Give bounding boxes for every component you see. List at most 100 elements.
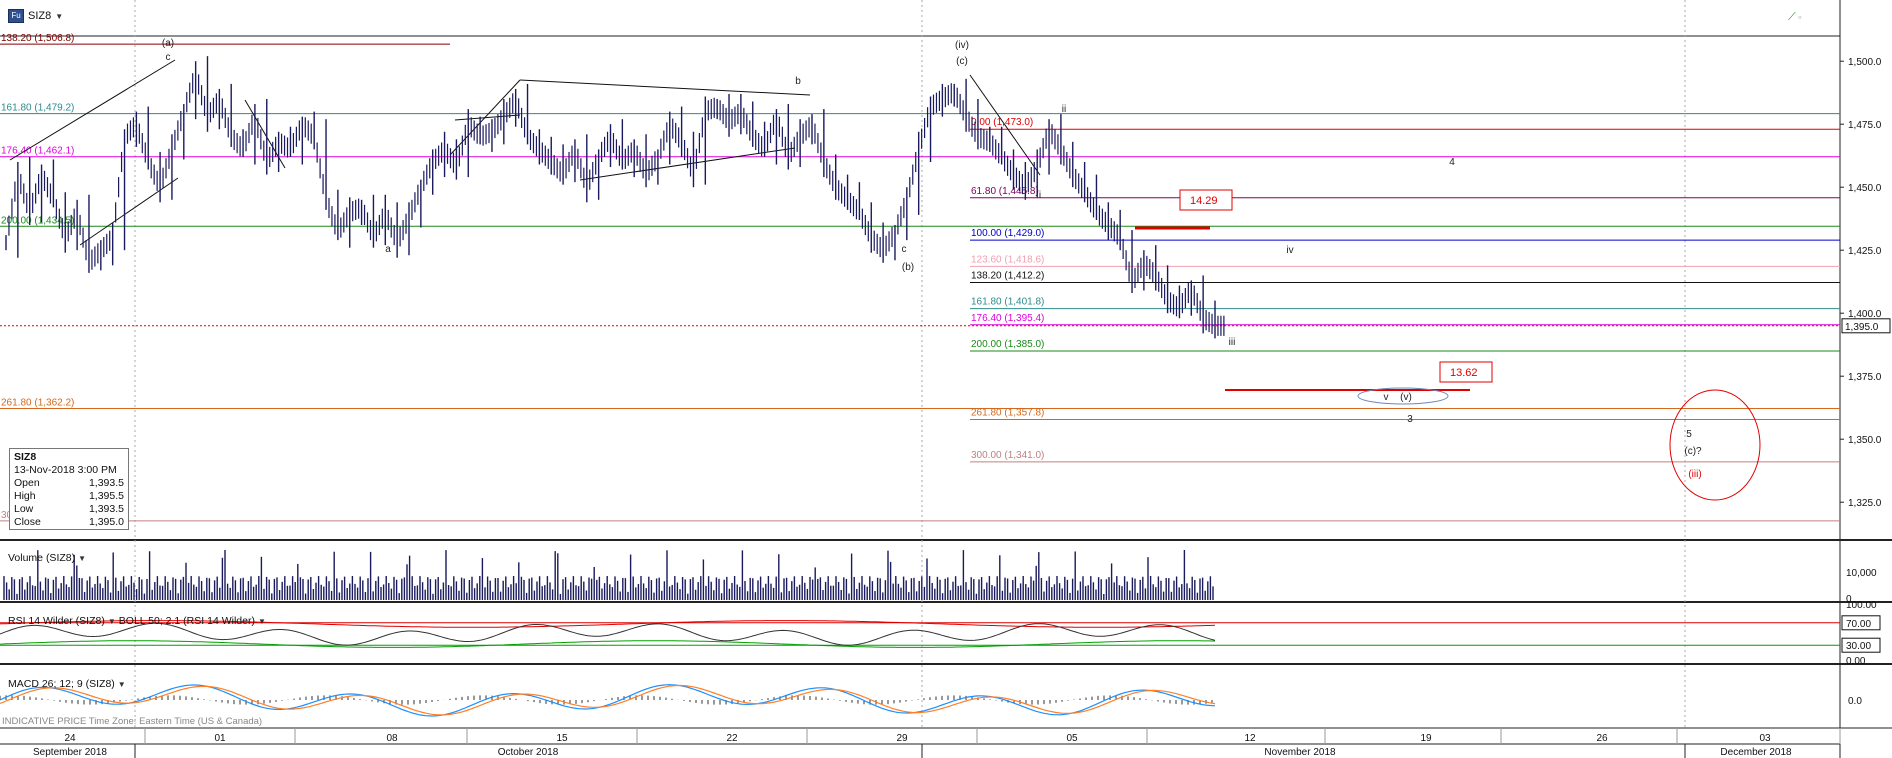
day-tick-label: 12 <box>1244 733 1256 744</box>
timezone-note: INDICATIVE PRICE Time Zone: Eastern Time… <box>2 716 262 727</box>
wave-label: (c) <box>956 56 968 67</box>
window-controls[interactable]: ⟋ ▫ <box>1788 11 1801 24</box>
trendlines <box>9 59 1041 246</box>
fib-level-label: 176.40 (1,395.4) <box>971 313 1044 324</box>
day-tick-label: 03 <box>1759 733 1771 744</box>
fib-level-label: 0.00 (1,473.0) <box>971 117 1033 128</box>
day-tick-label: 26 <box>1596 733 1608 744</box>
fib-level-label: 138.20 (1,506.8) <box>1 33 74 44</box>
chevron-down-icon[interactable]: ▼ <box>78 554 86 563</box>
ohlc-open-label: Open <box>14 477 40 489</box>
day-tick-label: 01 <box>214 733 226 744</box>
wave-label: iii <box>1229 337 1236 348</box>
wave-label: a <box>385 244 391 255</box>
month-label: October 2018 <box>498 747 559 758</box>
day-tick-label: 19 <box>1420 733 1432 744</box>
fib-level-label: 200.00 (1,385.0) <box>971 339 1044 350</box>
wave-label: b <box>795 76 801 87</box>
symbol-label: SIZ8 <box>28 10 52 22</box>
macd-panel-title[interactable]: MACD 26; 12; 9 (SIZ8) ▼ <box>8 678 126 690</box>
ohlc-close-label: Close <box>14 516 41 528</box>
macd-panel: 0.0 <box>0 684 1862 717</box>
rsi-panel: 100.00 70.00 30.00 0.00 <box>0 600 1881 667</box>
wave-label: (iii) <box>1688 469 1701 480</box>
day-tick-label: 08 <box>386 733 398 744</box>
fib-level-label: 261.80 (1,362.2) <box>1 397 74 408</box>
volume-title-text: Volume (SIZ8) <box>8 552 76 564</box>
day-tick-label: 24 <box>64 733 76 744</box>
chevron-down-icon[interactable]: ▼ <box>258 617 266 626</box>
restore-icon[interactable]: ▫ <box>1798 12 1801 22</box>
symbol-selector[interactable]: Fu SIZ8 ▼ <box>8 9 63 23</box>
fib-level-label: 261.80 (1,357.8) <box>971 408 1044 419</box>
ohlc-high-label: High <box>14 490 36 502</box>
fib-level-label: 100.00 (1,429.0) <box>971 228 1044 239</box>
price-tick-label: 1,500.0 <box>1848 57 1882 68</box>
fib-level-label: 161.80 (1,479.2) <box>1 103 74 114</box>
rsi-tick-label: 30.00 <box>1846 641 1871 652</box>
ohlc-high-value: 1,395.5 <box>88 490 124 502</box>
fib-levels: 138.20 (1,506.8) 161.80 (1,479.2) 176.40 (… <box>0 33 1840 522</box>
ohlc-data-box: SIZ8 13-Nov-2018 3:00 PM Open 1,393.5 Hig… <box>9 448 129 530</box>
boll-lower-line <box>0 640 1215 648</box>
rsi-tick-label: 70.00 <box>1846 619 1871 630</box>
wave-label: c <box>902 244 907 255</box>
price-tick-label: 1,425.0 <box>1848 246 1882 257</box>
rsi-tick-label: 100.00 <box>1846 600 1877 611</box>
ohlc-datetime: 13-Nov-2018 3:00 PM <box>14 464 117 476</box>
last-price-label: 1,395.0 <box>1845 322 1879 333</box>
wave-annotations: 14.2913.62(a)cab(iv)(c)c(b)iiiiiiiv4v (v)… <box>162 38 1761 501</box>
wave-label: (c)? <box>1684 446 1702 457</box>
volume-tick-label: 10,000 <box>1846 568 1877 579</box>
chevron-down-icon[interactable]: ▼ <box>108 617 116 626</box>
volume-panel: 10,0000 <box>3 550 1877 605</box>
rsi-panel-title[interactable]: RSI 14 Wilder (SIZ8) ▼ BOLL 50; 2.1 (RSI… <box>8 615 266 627</box>
month-label: November 2018 <box>1264 747 1336 758</box>
wave-label: i <box>1039 190 1041 201</box>
macd-tick-label: 0.0 <box>1848 696 1862 707</box>
price-tick-label: 1,450.0 <box>1848 183 1882 194</box>
wave-label: 4 <box>1449 157 1455 168</box>
price-tick-label: 1,350.0 <box>1848 435 1882 446</box>
ohlc-low-value: 1,393.5 <box>88 503 124 515</box>
wave-label: v <box>1384 392 1389 403</box>
wave-label: iv <box>1286 245 1293 256</box>
ohlc-symbol: SIZ8 <box>14 451 37 463</box>
wave-label: (v) <box>1400 392 1412 403</box>
rsi-title-text: RSI 14 Wilder (SIZ8) <box>8 615 105 627</box>
fib-level-label: 300.00 (1,341.0) <box>971 450 1044 461</box>
trendline <box>519 79 811 96</box>
chevron-down-icon[interactable]: ▼ <box>55 12 63 21</box>
wave-label: (b) <box>902 262 914 273</box>
wave-label: ii <box>1062 104 1066 115</box>
boll-title-text: BOLL 50; 2.1 (RSI 14 Wilder) <box>118 615 255 627</box>
price-tick-label: 1,375.0 <box>1848 372 1882 383</box>
fib-level-label: 123.60 (1,418.6) <box>971 254 1044 265</box>
axes: 1,500.01,475.01,450.01,425.01,400.01,375… <box>0 57 1892 758</box>
volume-panel-title[interactable]: Volume (SIZ8) ▼ <box>8 552 86 564</box>
ohlc-close-value: 1,395.0 <box>88 516 124 528</box>
day-tick-label: 15 <box>556 733 568 744</box>
wave-label: (a) <box>162 38 174 49</box>
futures-icon: Fu <box>8 9 24 23</box>
day-tick-label: 05 <box>1066 733 1078 744</box>
month-label: December 2018 <box>1720 747 1792 758</box>
price-tick-label: 1,475.0 <box>1848 120 1882 131</box>
timezone-text: INDICATIVE PRICE Time Zone: Eastern Time… <box>2 716 263 727</box>
chevron-down-icon[interactable]: ▼ <box>118 680 126 689</box>
wave-label: 3 <box>1407 414 1413 425</box>
macd-title-text: MACD 26; 12; 9 (SIZ8) <box>8 678 115 690</box>
price-chart[interactable]: 138.20 (1,506.8) 161.80 (1,479.2) 176.40 (… <box>0 0 1892 758</box>
wave-label: c <box>166 52 171 63</box>
rsi-tick-label: 0.00 <box>1846 656 1866 667</box>
fib-level-label: 176.40 (1,462.1) <box>1 146 74 157</box>
wave-label: (iv) <box>955 40 969 51</box>
ohlc-low-label: Low <box>14 503 34 515</box>
target-box-label: 13.62 <box>1450 367 1478 379</box>
day-tick-label: 29 <box>896 733 908 744</box>
price-tick-label: 1,325.0 <box>1848 498 1882 509</box>
trendline <box>79 177 179 246</box>
day-tick-label: 22 <box>726 733 738 744</box>
trend-icon[interactable]: ⟋ <box>1788 11 1796 23</box>
target-circle <box>1669 389 1761 501</box>
